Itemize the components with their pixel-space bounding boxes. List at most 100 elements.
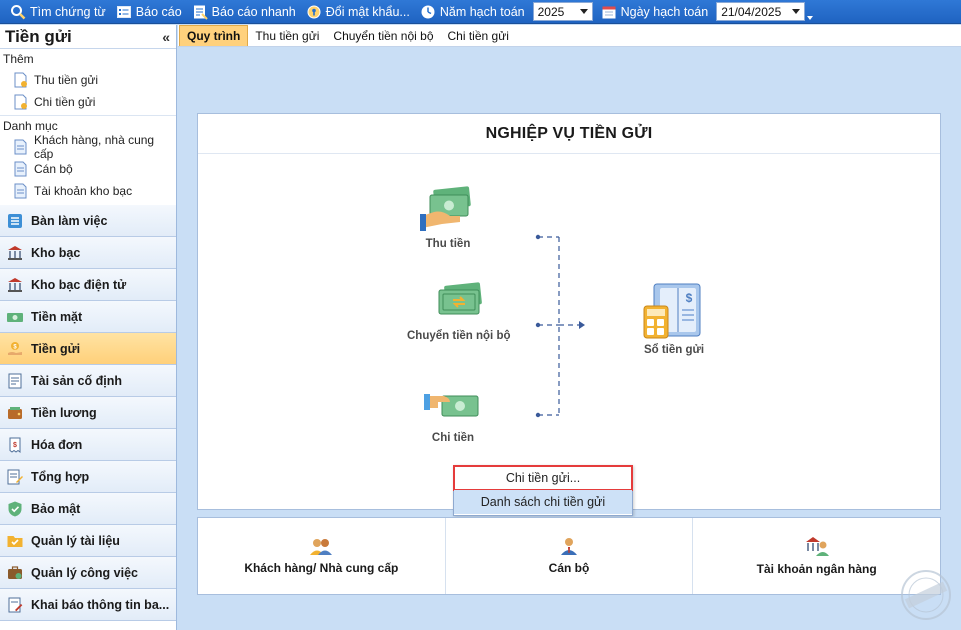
fiscal-year-select[interactable]: 2025 xyxy=(532,2,593,21)
module-invoice[interactable]: $ Hóa đơn xyxy=(0,429,176,461)
module-workspace[interactable]: Bàn làm việc xyxy=(0,205,176,237)
module-e-treasury[interactable]: Kho bạc điện tử xyxy=(0,269,176,301)
left-panel-header: Tiền gửi « xyxy=(0,25,176,49)
module-label: Bàn làm việc xyxy=(31,213,108,228)
quick-item-receive-deposit[interactable]: Thu tiền gửi xyxy=(0,69,176,91)
tab-process[interactable]: Quy trình xyxy=(179,25,249,46)
shortcut-bank-account-label: Tài khoản ngân hàng xyxy=(756,562,877,576)
module-tasks[interactable]: Quản lý công việc xyxy=(0,557,176,589)
tab-receive-deposit[interactable]: Thu tiền gửi xyxy=(248,25,326,46)
module-summary[interactable]: Tổng hợp xyxy=(0,461,176,493)
module-deposit[interactable]: $ Tiền gửi xyxy=(0,333,176,365)
workspace-icon xyxy=(5,211,25,231)
posting-date-label-wrap: Ngày hạch toán xyxy=(597,1,715,23)
quick-item-label: Chi tiền gửi xyxy=(34,95,96,109)
context-menu: Chi tiền gửi... Danh sách chi tiền gửi xyxy=(453,465,633,516)
tab-internal-transfer[interactable]: Chuyển tiền nội bộ xyxy=(326,25,440,46)
fiscal-year-value: 2025 xyxy=(537,4,565,19)
cash-icon xyxy=(5,307,25,327)
module-documents[interactable]: Quản lý tài liệu xyxy=(0,525,176,557)
module-fixed-assets[interactable]: Tài sản cố định xyxy=(0,365,176,397)
quick-item-customers[interactable]: Khách hàng, nhà cung cấp xyxy=(0,133,176,161)
edit-document-icon xyxy=(5,467,25,487)
module-bank-info[interactable]: Khai báo thông tin ba... xyxy=(0,589,176,621)
posting-date-input[interactable]: 21/04/2025 xyxy=(716,2,806,21)
fiscal-year-label-wrap: Năm hạch toán xyxy=(416,1,531,23)
menu-item-pay-deposit-list[interactable]: Danh sách chi tiền gửi xyxy=(454,490,632,514)
svg-text:$: $ xyxy=(686,291,693,305)
module-cash[interactable]: Tiền mặt xyxy=(0,301,176,333)
money-pay-icon xyxy=(424,394,479,417)
quick-item-treasury-account[interactable]: Tài khoản kho bạc xyxy=(0,180,176,202)
svg-text:$: $ xyxy=(13,442,17,449)
collapse-panel-button[interactable]: « xyxy=(162,29,170,45)
bank-person-icon xyxy=(805,537,829,556)
module-security[interactable]: Bảo mật xyxy=(0,493,176,525)
module-label: Tiền mặt xyxy=(31,309,83,324)
quick-item-label: Thu tiền gửi xyxy=(34,73,99,87)
node-receive-label: Thu tiền xyxy=(425,238,471,250)
report-icon xyxy=(116,4,132,20)
module-payroll[interactable]: Tiền lương xyxy=(0,397,176,429)
node-ledger[interactable]: $ Sổ tiền gửi xyxy=(642,282,706,356)
coin-hand-icon: $ xyxy=(5,339,25,359)
search-voucher-label: Tìm chứng từ xyxy=(30,4,106,19)
node-receive[interactable]: Thu tiền xyxy=(420,186,476,250)
quick-actions: Thêm Thu tiền gửi Chi tiền gửi Danh mục … xyxy=(0,49,176,225)
module-label: Kho bạc điện tử xyxy=(31,277,127,292)
module-label: Kho bạc xyxy=(31,245,81,260)
money-hand-icon xyxy=(420,186,471,231)
chevron-down-icon xyxy=(807,15,814,20)
document-add-icon xyxy=(14,72,28,88)
change-password-button[interactable]: Đổi mật khẩu... xyxy=(302,1,416,23)
node-transfer[interactable]: Chuyển tiền nội bộ xyxy=(407,280,511,342)
module-label: Tài sản cố định xyxy=(31,373,122,388)
ledger-calculator-icon: $ xyxy=(643,283,701,339)
bank-icon xyxy=(5,243,25,263)
quick-item-label: Cán bộ xyxy=(34,162,73,176)
tab-bar: Quy trình Thu tiền gửi Chuyển tiền nội b… xyxy=(178,25,961,47)
quick-item-pay-deposit[interactable]: Chi tiền gửi xyxy=(0,91,176,113)
shortcut-customers[interactable]: Khách hàng/ Nhà cung cấp xyxy=(198,518,446,594)
shortcut-staff-label: Cán bộ xyxy=(548,561,590,575)
node-pay[interactable]: Chi tiền xyxy=(424,388,482,444)
posting-date-value: 21/04/2025 xyxy=(721,4,782,19)
wallet-icon xyxy=(5,403,25,423)
change-password-label: Đổi mật khẩu... xyxy=(325,4,410,19)
quick-item-staff[interactable]: Cán bộ xyxy=(0,158,176,180)
main-area: Quy trình Thu tiền gửi Chuyển tiền nội b… xyxy=(178,25,961,630)
watermark-stamp-icon xyxy=(901,570,951,620)
shortcut-staff[interactable]: Cán bộ xyxy=(446,518,694,594)
module-treasury[interactable]: Kho bạc xyxy=(0,237,176,269)
invoice-icon: $ xyxy=(5,435,25,455)
process-card: NGHIỆP VỤ TIỀN GỬI Thu tiền Chuyển tiền … xyxy=(197,113,941,510)
tab-pay-deposit[interactable]: Chi tiền gửi xyxy=(441,25,516,46)
quick-item-label: Tài khoản kho bạc xyxy=(34,184,133,198)
menu-item-pay-deposit[interactable]: Chi tiền gửi... xyxy=(453,465,633,491)
report-label: Báo cáo xyxy=(135,4,182,19)
document-icon xyxy=(14,161,28,177)
module-list: Bàn làm việc Kho bạc Kho bạc điện tử Tiề… xyxy=(0,205,176,621)
module-label: Quản lý tài liệu xyxy=(31,533,120,548)
quick-report-button[interactable]: Báo cáo nhanh xyxy=(188,1,302,23)
module-label: Tổng hợp xyxy=(31,469,90,484)
group-label-add: Thêm xyxy=(3,52,34,66)
shield-icon xyxy=(5,499,25,519)
top-toolbar: Tìm chứng từ Báo cáo Báo cáo nhanh Đổi m… xyxy=(0,0,961,24)
process-connectors xyxy=(535,234,585,418)
quick-item-label: Khách hàng, nhà cung cấp xyxy=(34,133,155,161)
module-label: Tiền lương xyxy=(31,405,97,420)
module-label: Bảo mật xyxy=(31,501,81,516)
folder-check-icon xyxy=(5,531,25,551)
fiscal-year-label: Năm hạch toán xyxy=(439,4,525,19)
quick-report-label: Báo cáo nhanh xyxy=(211,4,296,19)
toolbar-overflow-button[interactable] xyxy=(805,0,815,24)
briefcase-icon xyxy=(5,563,25,583)
report-button[interactable]: Báo cáo xyxy=(112,1,188,23)
module-label: Quản lý công việc xyxy=(31,565,138,580)
asset-icon xyxy=(5,371,25,391)
node-transfer-label: Chuyển tiền nội bộ xyxy=(407,330,511,342)
search-icon xyxy=(10,4,26,20)
search-voucher-button[interactable]: Tìm chứng từ xyxy=(6,1,112,23)
document-icon xyxy=(14,183,28,199)
